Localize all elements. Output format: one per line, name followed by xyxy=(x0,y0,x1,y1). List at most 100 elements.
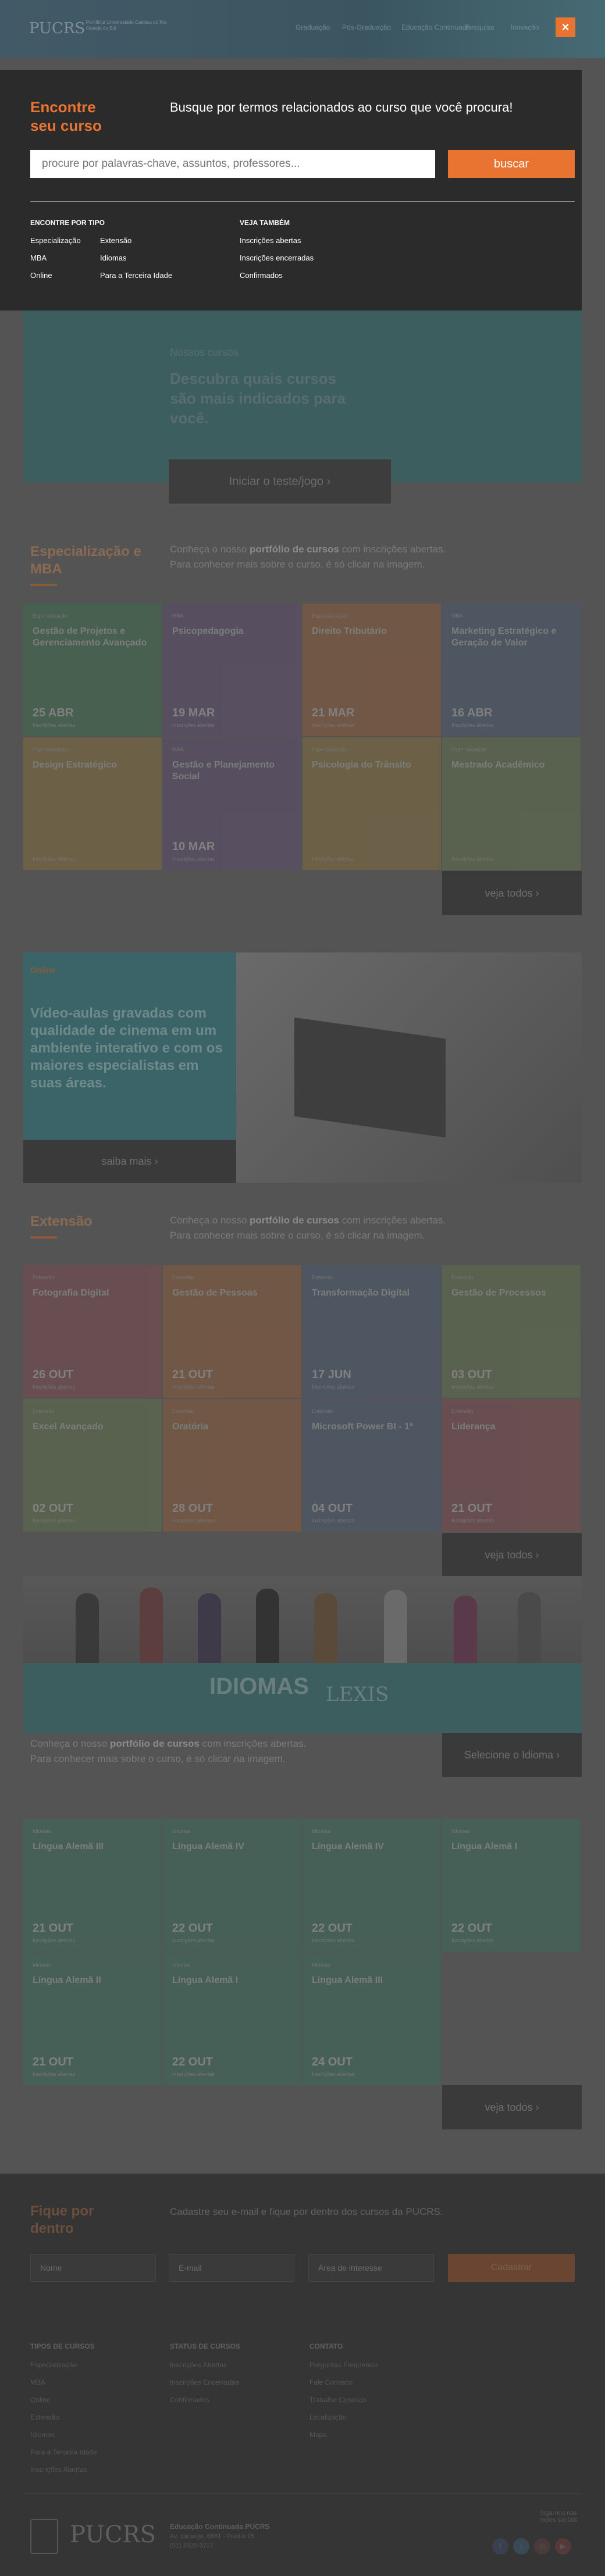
footer-link[interactable]: Trabalhe Conosco xyxy=(309,2396,366,2404)
extensao-card[interactable]: Extensão Microsoft Power BI - 1ª 04 OUT Ins… xyxy=(302,1399,441,1532)
extensao-card[interactable]: Extensão Fotografia Digital 26 OUT Inscriçõ… xyxy=(23,1265,162,1398)
nav-item-inovacao[interactable]: Inovação xyxy=(511,23,539,31)
idiomas-card[interactable]: Idiomas Língua Alemã III 24 OUT Inscrições … xyxy=(302,1953,441,2085)
idiomas-card[interactable]: Idiomas Língua Alemã I 22 OUT Inscrições ab… xyxy=(163,1953,301,2085)
footer-link[interactable]: Para a Terceira Idade xyxy=(30,2448,97,2456)
footer-link[interactable]: Especialização xyxy=(30,2361,77,2369)
footer-link[interactable]: Localização xyxy=(309,2413,346,2421)
video-more-button[interactable]: saiba mais › xyxy=(23,1140,236,1183)
type-link-idiomas[interactable]: Idiomas xyxy=(100,254,127,262)
especializacao-card[interactable]: MBA Marketing Estratégico e Geração de Va… xyxy=(442,604,581,736)
card-kind: Idiomas xyxy=(33,1828,51,1834)
newsletter-name-input[interactable]: Nome xyxy=(30,2254,156,2282)
footer-link[interactable]: Inscrições Encerradas xyxy=(170,2378,239,2386)
card-status: Inscrições abertas xyxy=(172,856,215,862)
extensao-card[interactable]: Extensão Liderança 21 OUT Inscrições aberta… xyxy=(442,1399,581,1532)
idiomas-card[interactable]: Idiomas Língua Alemã II 21 OUT Inscrições a… xyxy=(23,1953,162,2085)
especializacao-card[interactable]: Especialização Psicologia do Trânsito Insc… xyxy=(302,737,441,870)
nav-item-pesquisa[interactable]: Pesquisa xyxy=(465,23,494,31)
twitter-icon[interactable]: t xyxy=(513,2538,529,2554)
type-link-mba[interactable]: MBA xyxy=(30,254,47,262)
see-also-abertas[interactable]: Inscrições abertas xyxy=(240,236,301,245)
see-all-extensao-button[interactable]: veja todos › xyxy=(442,1533,582,1577)
card-status: Inscrições abertas xyxy=(312,856,355,862)
especializacao-card[interactable]: Especialização Design Estratégico Inscriçõ… xyxy=(23,737,162,870)
card-kind: Idiomas xyxy=(312,1828,330,1834)
close-overlay-button[interactable]: × xyxy=(556,17,575,37)
nav-item-graduacao[interactable]: Graduação xyxy=(296,23,330,31)
extensao-card[interactable]: Extensão Excel Avançado 02 OUT Inscrições a… xyxy=(23,1399,162,1532)
extensao-card[interactable]: Extensão Gestão de Pessoas 21 OUT Inscriçõe… xyxy=(163,1265,301,1398)
especializacao-card[interactable]: MBA Psicopedagogia 19 MAR Inscrições aberta… xyxy=(163,604,301,736)
especializacao-card[interactable]: MBA Gestão e Planejamento Social 10 MAR Ins… xyxy=(163,737,301,870)
card-title: Língua Alemã IV xyxy=(172,1842,244,1851)
extensao-card[interactable]: Extensão Gestão de Processos 03 OUT Inscriç… xyxy=(442,1265,581,1398)
footer-link[interactable]: Perguntas Frequentes xyxy=(309,2361,379,2369)
instagram-icon[interactable]: ◎ xyxy=(534,2538,550,2554)
card-date: 19 MAR xyxy=(172,707,215,719)
type-link-online[interactable]: Online xyxy=(30,271,52,280)
card-title: Psicologia do Trânsito xyxy=(312,760,411,770)
card-kind: Especialização xyxy=(451,747,487,752)
footer-link[interactable]: Inscrições Abertas xyxy=(30,2466,87,2474)
idiomas-people-image xyxy=(23,1576,582,1663)
start-quiz-button[interactable]: Iniciar o teste/jogo › xyxy=(169,459,391,504)
laptop-image xyxy=(236,952,582,1183)
especializacao-card[interactable]: Especialização Direito Tributário 21 MAR In… xyxy=(302,604,441,736)
see-all-idiomas-button[interactable]: veja todos › xyxy=(442,2085,582,2129)
footer-link[interactable]: Extensão xyxy=(30,2413,59,2421)
card-date: 21 MAR xyxy=(312,707,355,719)
idiomas-card[interactable]: Idiomas Língua Alemã III 21 OUT Inscrições … xyxy=(23,1819,162,1951)
facebook-icon[interactable]: f xyxy=(492,2538,508,2554)
footer-desc: Cadastre seu e-mail e fique por dentro d… xyxy=(170,2206,443,2217)
footer-link[interactable]: Mapa xyxy=(309,2431,327,2439)
card-title: Design Estratégico xyxy=(33,760,117,770)
section-title-extensao: Extensão xyxy=(30,1214,92,1229)
card-date: 22 OUT xyxy=(312,1922,353,1935)
especializacao-card[interactable]: Especialização Mestrado Acadêmico Inscriçõ… xyxy=(442,737,581,870)
search-button[interactable]: buscar xyxy=(448,150,575,178)
newsletter-submit-button[interactable]: Cadastrar xyxy=(448,2254,575,2282)
card-status: Inscrições abertas xyxy=(33,2071,76,2077)
card-kind: Extensão xyxy=(451,1408,474,1414)
card-title: Microsoft Power BI - 1ª xyxy=(312,1422,413,1432)
newsletter-email-input[interactable]: E-mail xyxy=(169,2254,294,2282)
idiomas-card[interactable]: Idiomas Língua Alemã I 22 OUT Inscrições ab… xyxy=(442,1819,581,1951)
see-all-especializacao-button[interactable]: veja todos › xyxy=(442,871,582,915)
extensao-card[interactable]: Extensão Oratória 28 OUT Inscrições abertas xyxy=(163,1399,301,1532)
card-status: Inscrições abertas xyxy=(312,722,355,728)
newsletter-area-select[interactable]: Área de interesse xyxy=(308,2254,434,2282)
card-kind: Especialização xyxy=(33,613,68,619)
section-title-especializacao: Especialização e MBA xyxy=(30,544,141,577)
footer-link[interactable]: Online xyxy=(30,2396,51,2404)
especializacao-card[interactable]: Especialização Gestão de Projetos e Geren… xyxy=(23,604,162,736)
card-kind: Extensão xyxy=(312,1275,334,1280)
footer-link[interactable]: MBA xyxy=(30,2378,45,2386)
card-status: Inscrições abertas xyxy=(312,2071,355,2077)
footer-link[interactable]: Inscrições Abertas xyxy=(170,2361,227,2369)
select-language-button[interactable]: Selecione o Idioma › xyxy=(442,1733,582,1777)
see-also-confirmados[interactable]: Confirmados xyxy=(240,271,283,280)
idiomas-card[interactable]: Idiomas Língua Alemã IV 22 OUT Inscrições a… xyxy=(163,1819,301,1951)
type-link-extensao[interactable]: Extensão xyxy=(100,236,131,245)
card-status: Inscrições abertas xyxy=(172,1938,215,1943)
footer-link[interactable]: Idiomas xyxy=(30,2431,55,2439)
see-also-encerradas[interactable]: Inscrições encerradas xyxy=(240,254,314,262)
card-status: Inscrições abertas xyxy=(172,722,215,728)
footer-link[interactable]: Fale Conosco xyxy=(309,2378,353,2386)
card-status: Inscrições abertas xyxy=(33,1384,76,1390)
nav-item-pos[interactable]: Pós-Graduação xyxy=(342,23,391,31)
search-input[interactable] xyxy=(30,150,435,178)
idiomas-card[interactable]: Idiomas Língua Alemã IV 22 OUT Inscrições a… xyxy=(302,1819,441,1951)
type-link-terceira-idade[interactable]: Para a Terceira Idade xyxy=(100,271,172,280)
site-logo[interactable]: PUCRS xyxy=(29,20,85,37)
youtube-icon[interactable]: ▶ xyxy=(555,2538,571,2554)
section-bar xyxy=(30,584,57,586)
footer-col3-heading: CONTATO xyxy=(309,2342,343,2350)
footer-link[interactable]: Confirmados xyxy=(170,2396,209,2404)
type-link-especializacao[interactable]: Especialização xyxy=(30,236,81,245)
video-text-panel: Online Vídeo-aulas gravadas com qualidad… xyxy=(23,952,236,1140)
nav-item-continuada[interactable]: Educação Continuada xyxy=(401,23,470,31)
card-kind: MBA xyxy=(451,613,463,619)
extensao-card[interactable]: Extensão Transformação Digital 17 JUN Inscr… xyxy=(302,1265,441,1398)
